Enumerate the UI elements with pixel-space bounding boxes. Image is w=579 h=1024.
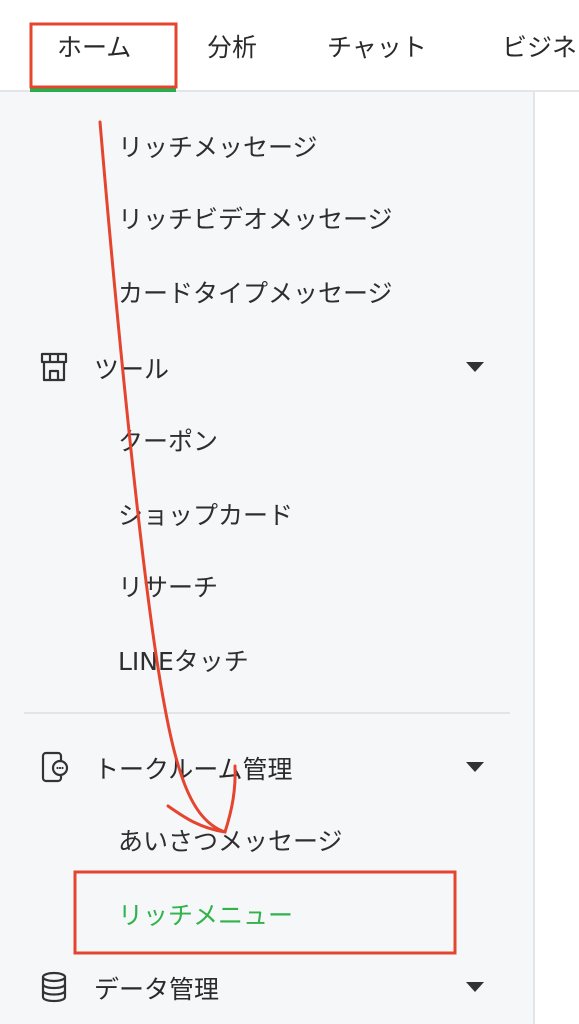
database-icon bbox=[41, 971, 67, 1003]
sidebar-divider bbox=[24, 712, 510, 714]
chevron-down-icon bbox=[466, 362, 484, 372]
top-navigation: ホーム 分析 チャット ビジネ bbox=[0, 0, 579, 92]
sidebar-item-coupon[interactable]: クーポン bbox=[118, 422, 218, 458]
tab-business[interactable]: ビジネ bbox=[502, 28, 577, 64]
sidebar-item-shop-card[interactable]: ショップカード bbox=[118, 496, 293, 532]
sidebar-section-label: トークルーム管理 bbox=[94, 755, 293, 784]
sidebar-item-rich-menu[interactable]: リッチメニュー bbox=[118, 896, 293, 932]
sidebar-item-greeting-message[interactable]: あいさつメッセージ bbox=[118, 822, 343, 858]
chevron-down-icon bbox=[466, 982, 484, 992]
tab-analysis[interactable]: 分析 bbox=[207, 28, 257, 64]
sidebar-section-tools[interactable]: ツール bbox=[0, 342, 510, 392]
sidebar-item-rich-video-message[interactable]: リッチビデオメッセージ bbox=[118, 200, 393, 236]
chevron-down-icon bbox=[466, 762, 484, 772]
sidebar-item-rich-message[interactable]: リッチメッセージ bbox=[118, 128, 318, 164]
sidebar-item-line-touch[interactable]: LINEタッチ bbox=[118, 642, 249, 678]
sidebar-item-research[interactable]: リサーチ bbox=[118, 568, 218, 604]
sidebar-section-data-management[interactable]: データ管理 bbox=[0, 962, 510, 1012]
tab-chat[interactable]: チャット bbox=[327, 28, 427, 64]
sidebar-section-label: ツール bbox=[94, 355, 170, 384]
tab-home[interactable]: ホーム bbox=[57, 28, 131, 64]
sidebar-section-talkroom[interactable]: トークルーム管理 bbox=[0, 742, 510, 792]
sidebar-section-label: データ管理 bbox=[94, 975, 220, 1004]
store-icon bbox=[40, 352, 68, 382]
main-content-pane bbox=[533, 92, 579, 1024]
phone-chat-icon bbox=[41, 751, 69, 783]
sidebar-item-card-type-message[interactable]: カードタイプメッセージ bbox=[118, 274, 393, 310]
